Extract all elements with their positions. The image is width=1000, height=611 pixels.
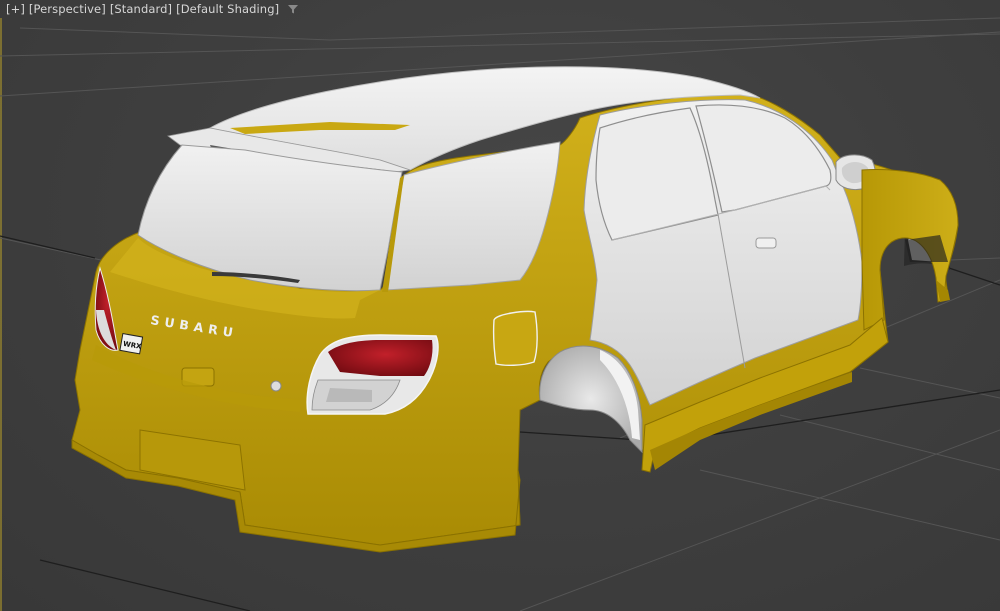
viewport-label-menu: [+] [Perspective] [Standard] [Default Sh… [4, 1, 299, 17]
wrx-plate: WRX [119, 333, 144, 355]
viewport-render-mode-menu[interactable]: [Standard] [108, 2, 174, 16]
keyhole [270, 380, 282, 392]
funnel-icon[interactable] [287, 3, 299, 15]
perspective-viewport[interactable]: [+] [Perspective] [Standard] [Default Sh… [0, 0, 1000, 611]
viewport-pov-menu[interactable]: [Perspective] [27, 2, 108, 16]
viewport-plus-menu[interactable]: [+] [4, 2, 27, 16]
door-handle [755, 237, 777, 249]
scene-3d: SUBARU WRX [0, 17, 1000, 611]
fuel-door [492, 310, 538, 367]
viewport-shading-menu[interactable]: [Default Shading] [174, 2, 281, 16]
